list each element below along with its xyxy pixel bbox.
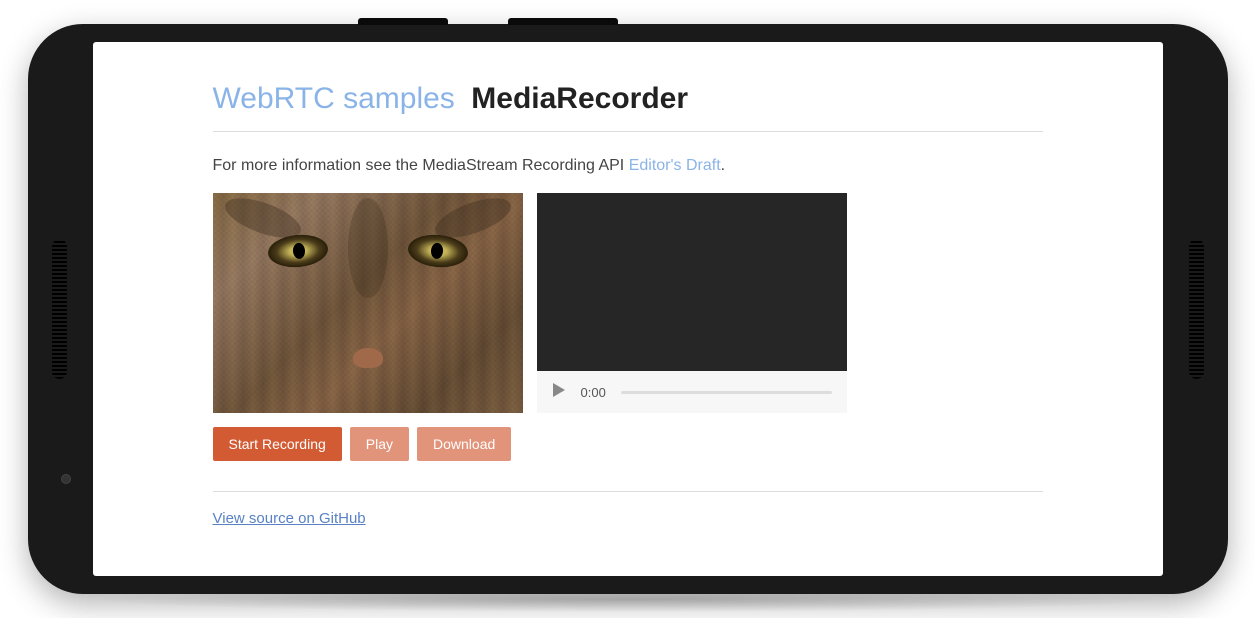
- recorded-video-player: 0:00: [537, 193, 847, 413]
- phone-power-button: [358, 18, 448, 25]
- phone-device-frame: WebRTC samples MediaRecorder For more in…: [28, 24, 1228, 594]
- info-text-prefix: For more information see the MediaStream…: [213, 157, 629, 174]
- phone-speaker-left: [52, 239, 67, 379]
- phone-screen: WebRTC samples MediaRecorder For more in…: [93, 42, 1163, 576]
- playback-progress-bar[interactable]: [621, 391, 832, 394]
- page-title: MediaRecorder: [471, 82, 688, 115]
- video-controls-bar: 0:00: [537, 371, 847, 413]
- view-source-github-link[interactable]: View source on GitHub: [213, 510, 366, 527]
- phone-speaker-right: [1189, 239, 1204, 379]
- page-footer: View source on GitHub: [213, 491, 1043, 528]
- play-icon[interactable]: [552, 383, 566, 402]
- phone-shadow: [88, 587, 1168, 612]
- header-samples-link[interactable]: WebRTC samples: [213, 82, 455, 115]
- editors-draft-link[interactable]: Editor's Draft: [629, 157, 721, 174]
- download-button[interactable]: Download: [417, 427, 511, 461]
- start-recording-button[interactable]: Start Recording: [213, 427, 342, 461]
- video-container: 0:00: [213, 193, 1043, 413]
- phone-camera: [61, 474, 71, 484]
- video-playback-area[interactable]: [537, 193, 847, 371]
- action-buttons-row: Start Recording Play Download: [213, 427, 1043, 461]
- info-paragraph: For more information see the MediaStream…: [213, 157, 1043, 175]
- play-button[interactable]: Play: [350, 427, 409, 461]
- source-video-preview[interactable]: [213, 193, 523, 413]
- page-header: WebRTC samples MediaRecorder: [213, 82, 1043, 132]
- info-text-suffix: .: [721, 157, 725, 174]
- phone-volume-button: [508, 18, 618, 25]
- playback-time: 0:00: [581, 385, 606, 400]
